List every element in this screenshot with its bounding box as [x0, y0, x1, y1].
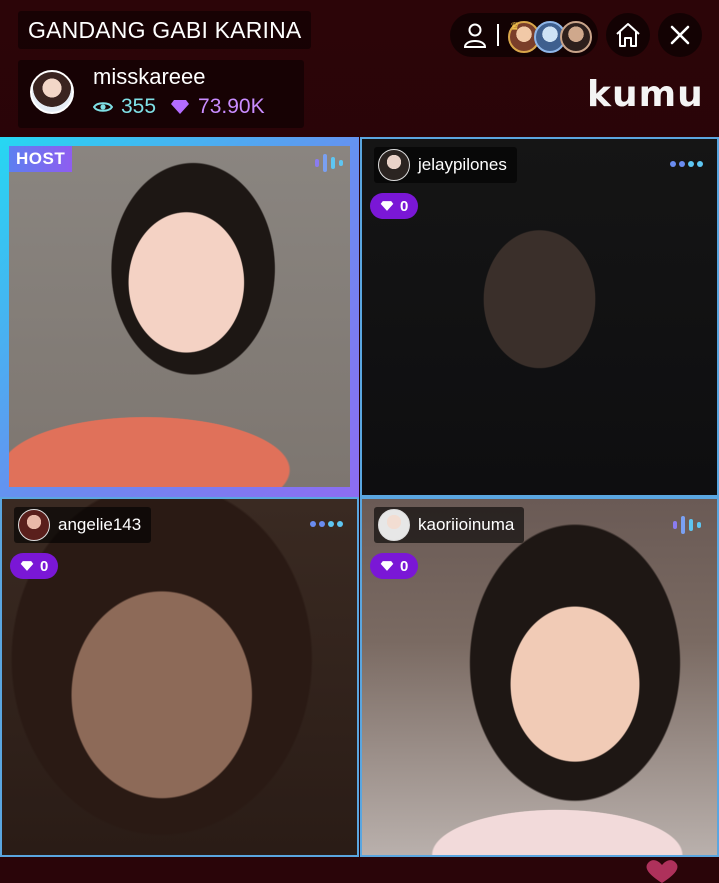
eye-icon — [93, 102, 113, 112]
host-badge: HOST — [9, 146, 73, 172]
guest-user-chip[interactable]: jelaypilones — [374, 147, 517, 183]
viewer-count: 355 — [93, 95, 156, 119]
host-video-feed — [9, 146, 350, 487]
diamond-icon — [171, 100, 190, 114]
close-x-icon — [670, 25, 690, 45]
more-dots-icon[interactable] — [309, 520, 345, 528]
diamond-icon — [20, 561, 34, 571]
diamond-icon — [380, 561, 394, 571]
guest-video-feed — [2, 499, 357, 855]
guest-gem-count: 0 — [400, 557, 409, 575]
live-room: GANDANG GABI KARINA misskareee 355 73.90… — [0, 0, 719, 883]
guest-video-tile[interactable]: jelaypilones 0 — [360, 137, 719, 497]
guest-user-chip[interactable]: kaoriioinuma — [374, 507, 525, 543]
guest-username: kaoriioinuma — [418, 515, 515, 534]
room-title: GANDANG GABI KARINA — [18, 11, 312, 49]
host-avatar[interactable] — [30, 70, 74, 114]
diamond-icon — [380, 201, 394, 211]
close-button[interactable] — [658, 13, 702, 57]
guest-video-tile[interactable]: kaoriioinuma 0 — [360, 497, 719, 857]
guest-gem-pill: 0 — [370, 553, 419, 579]
host-video-tile[interactable]: HOST — [0, 137, 359, 497]
top-controls-pill: ♛ — [450, 13, 598, 57]
guest-gem-pill: 0 — [10, 553, 59, 579]
guest-video-feed — [362, 499, 717, 855]
more-dots-icon[interactable] — [669, 160, 705, 168]
guest-gem-pill: 0 — [370, 193, 419, 219]
guest-avatar — [18, 509, 50, 541]
host-stats: 355 73.90K — [93, 95, 265, 119]
audio-wave-icon — [315, 154, 343, 172]
audio-wave-icon — [673, 516, 701, 534]
guest-gem-count: 0 — [400, 197, 409, 215]
floating-hearts-icon — [646, 860, 678, 883]
guest-gem-count: 0 — [40, 557, 49, 575]
guest-username: jelaypilones — [418, 155, 507, 174]
person-outline-icon[interactable] — [462, 22, 488, 48]
top-viewer-avatar[interactable] — [560, 21, 592, 53]
guest-video-tile[interactable]: angelie143 0 — [0, 497, 359, 857]
home-button[interactable] — [606, 13, 650, 57]
guest-avatar — [378, 149, 410, 181]
host-username: misskareee — [93, 64, 206, 89]
viewer-count-value: 355 — [121, 95, 157, 118]
guest-username: angelie143 — [58, 515, 142, 534]
kumu-logo: kumu — [587, 74, 704, 115]
gem-count-value: 73.90K — [198, 95, 265, 118]
guest-avatar — [378, 509, 410, 541]
crown-icon: ♛ — [510, 21, 520, 33]
controls-divider — [497, 24, 499, 46]
guest-video-feed — [362, 139, 717, 495]
guest-user-chip[interactable]: angelie143 — [14, 507, 152, 543]
gem-count: 73.90K — [170, 95, 265, 119]
host-info-card[interactable]: misskareee 355 73.90K — [18, 60, 304, 128]
home-icon — [616, 23, 640, 47]
